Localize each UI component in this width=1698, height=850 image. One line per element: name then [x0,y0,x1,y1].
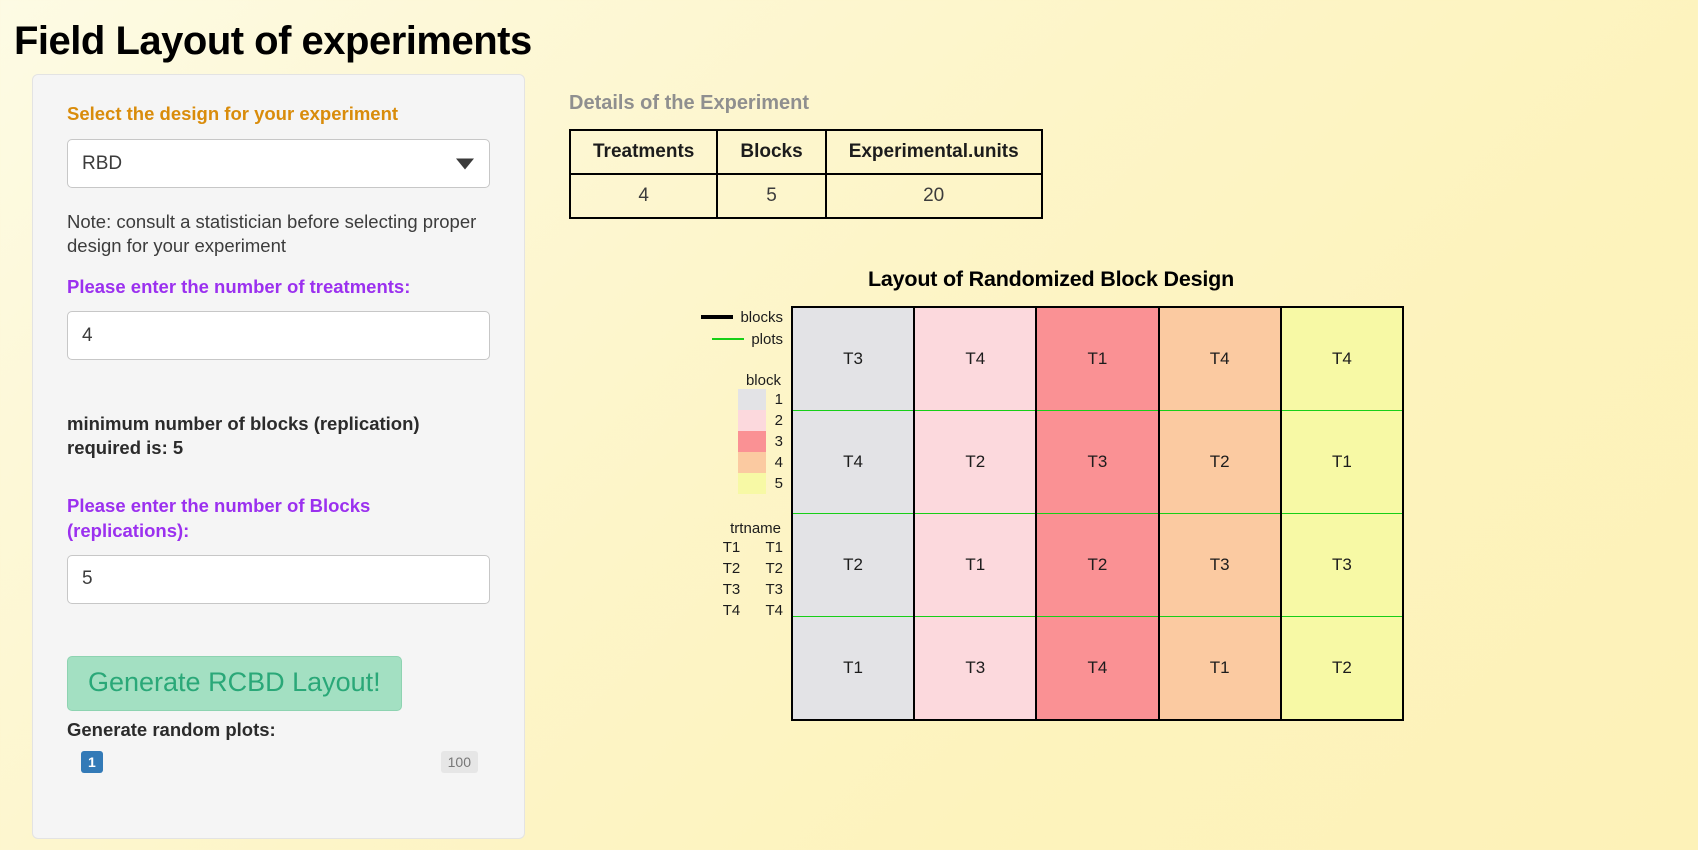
field-grid-wrap: blocks plots block 1 2 3 4 5 trtname T1 … [701,306,1405,721]
field-grid-table: T3 T4 T1 T4 T4 T4 T2 T3 T2 T1 T2 T1 T2 T… [790,306,1405,721]
legend-label-trt-4: T4 [765,602,783,619]
details-heading: Details of the Experiment [569,92,810,114]
field-grid-row: T4 T2 T3 T2 T1 [790,410,1405,514]
slider-current-value: 1 [81,750,103,773]
min-blocks-message: minimum number of blocks (replication) r… [67,413,420,459]
legend-entry-plots: plots [675,328,783,350]
legend-trt-3: T3 T3 [675,579,783,600]
plot-cell: T1 [1279,410,1405,514]
legend-label-block-2: 2 [774,412,783,429]
trt-1-key: T1 [722,539,741,556]
plots-line-icon [712,338,745,340]
legend-label-trt-3: T3 [765,581,783,598]
generate-rcbd-layout-button[interactable]: Generate RCBD Layout! [67,655,402,711]
trt-4-key: T4 [722,602,741,619]
plot-cell: T3 [790,306,916,411]
legend-trt-1: T1 T1 [675,537,783,558]
blocks-label: Please enter the number of Blocks (repli… [67,495,371,541]
cell-blocks: 5 [716,173,827,219]
design-select-label: Select the design for your experiment [67,103,399,124]
column-header-experimental-units: Experimental.units [824,129,1043,175]
plot-cell: T3 [1035,410,1160,514]
block-4-swatch-icon [737,452,766,473]
main-content: Details of the Experiment Treatments Blo… [568,74,1698,721]
legend-label-trt-1: T1 [765,539,783,556]
legend-block-1: 1 [675,389,783,410]
legend-block-2: 2 [675,410,783,431]
details-table: Treatments Blocks Experimental.units 4 5… [568,129,1043,219]
legend-title-block: block [745,372,781,389]
legend-label-block-3: 3 [774,433,783,450]
plot-cell: T2 [913,410,1038,514]
legend-label-block-5: 5 [774,475,783,492]
legend-block-4: 4 [675,452,783,473]
column-header-treatments: Treatments [568,129,719,175]
plot-cell: T1 [1035,306,1160,411]
plot-cell: T1 [1157,616,1282,721]
treatments-label: Please enter the number of treatments: [67,276,411,298]
cell-treatments: 4 [568,173,719,219]
legend-trt-2: T2 T2 [675,558,783,579]
random-plots-label: Generate random plots: [67,718,276,740]
cell-experimental-units: 20 [824,173,1043,219]
block-3-swatch-icon [737,431,766,452]
legend-block-5: 5 [675,473,783,494]
field-grid-row: T2 T1 T2 T3 T3 [790,513,1405,617]
plot-cell: T2 [1279,616,1405,721]
legend-label-block-4: 4 [774,454,783,471]
legend-label-blocks: blocks [740,308,783,326]
plot-cell: T4 [913,306,1038,411]
plot-cell: T3 [1157,513,1282,617]
plot-cell: T4 [1157,306,1282,411]
plot-cell: T3 [913,616,1038,721]
main-layout: Select the design for your experiment RB… [0,74,1698,839]
plot-cell: T1 [913,513,1038,617]
field-layout-plot: Layout of Randomized Block Design blocks… [681,267,1421,721]
slider-max-value: 100 [440,750,478,773]
legend-trt-4: T4 T4 [675,600,783,621]
block-1-swatch-icon [737,389,766,410]
table-header-row: Treatments Blocks Experimental.units [568,129,1043,175]
blocks-input[interactable] [67,554,490,604]
legend-label-block-1: 1 [774,391,783,408]
legend-label-plots: plots [751,330,783,348]
table-row: 4 5 20 [568,173,1043,219]
blocks-line-icon [701,315,734,319]
plot-cell: T4 [1279,306,1405,411]
random-plots-slider[interactable]: 1 100 [67,750,490,791]
design-select-wrap[interactable]: RBD [67,139,490,188]
legend-title-trtname: trtname [730,520,781,537]
statistician-note: Note: consult a statistician before sele… [67,211,477,256]
plot-legend: blocks plots block 1 2 3 4 5 trtname T1 … [675,306,783,621]
design-select[interactable]: RBD [67,139,490,188]
trt-2-key: T2 [722,560,741,577]
legend-entry-blocks: blocks [675,306,783,328]
plot-cell: T4 [790,410,916,514]
plot-cell: T4 [1035,616,1160,721]
block-5-swatch-icon [737,473,766,494]
legend-block-3: 3 [675,431,783,452]
plot-cell: T2 [1157,410,1282,514]
column-header-blocks: Blocks [716,129,827,175]
plot-cell: T2 [1035,513,1160,617]
plot-title: Layout of Randomized Block Design [867,267,1235,291]
plot-cell: T3 [1279,513,1405,617]
sidebar-panel: Select the design for your experiment RB… [32,74,525,839]
treatments-input[interactable] [67,311,490,361]
legend-label-trt-2: T2 [765,560,783,577]
page-title: Field Layout of experiments [14,19,532,63]
plot-cell: T2 [790,513,916,617]
field-grid-row: T1 T3 T4 T1 T2 [790,616,1405,721]
field-grid-row: T3 T4 T1 T4 T4 [790,306,1405,411]
block-2-swatch-icon [737,410,766,431]
plot-cell: T1 [790,616,916,721]
trt-3-key: T3 [722,581,741,598]
